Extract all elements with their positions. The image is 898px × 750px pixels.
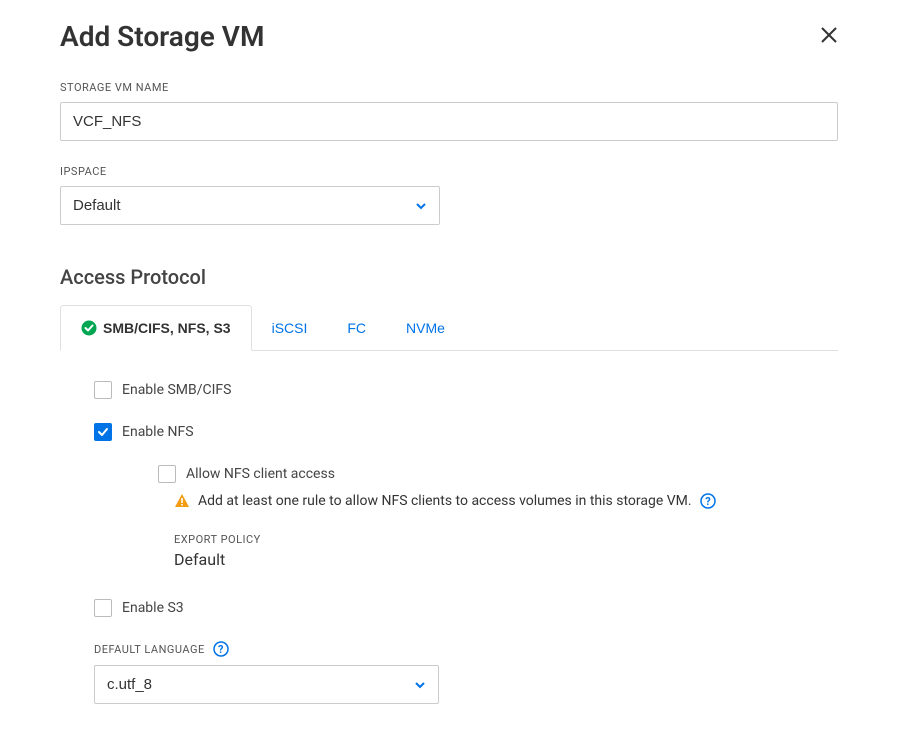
close-icon [820,26,838,44]
enable-s3-label: Enable S3 [122,600,184,616]
ipspace-value: Default [73,197,121,214]
tab-fc-label: FC [347,320,366,336]
enable-nfs-label: Enable NFS [122,424,194,440]
check-circle-icon [81,320,97,336]
warning-icon [174,493,190,509]
tab-smb-nfs-s3-label: SMB/CIFS, NFS, S3 [103,320,231,336]
protocol-tabs: SMB/CIFS, NFS, S3 iSCSI FC NVMe [60,305,838,351]
enable-smb-label: Enable SMB/CIFS [122,382,231,398]
checkmark-icon [97,426,109,438]
enable-smb-checkbox[interactable] [94,381,112,399]
access-protocol-title: Access Protocol [60,265,838,289]
svg-text:?: ? [705,495,711,508]
close-button[interactable] [820,25,838,49]
nfs-warning-text: Add at least one rule to allow NFS clien… [198,493,692,509]
vm-name-label: STORAGE VM NAME [60,81,838,94]
svg-text:?: ? [218,643,224,656]
enable-s3-checkbox[interactable] [94,599,112,617]
help-icon[interactable]: ? [213,641,229,657]
vm-name-input[interactable] [60,102,838,141]
default-language-select[interactable]: c.utf_8 [94,665,439,704]
enable-nfs-checkbox[interactable] [94,423,112,441]
tab-nvme-label: NVMe [406,320,445,336]
page-title: Add Storage VM [60,20,264,53]
chevron-down-icon [415,200,427,212]
tab-iscsi-label: iSCSI [272,320,308,336]
allow-nfs-client-label: Allow NFS client access [186,466,335,482]
ipspace-label: IPSPACE [60,165,838,178]
export-policy-label: EXPORT POLICY [174,533,838,546]
tab-nvme[interactable]: NVMe [386,305,465,350]
chevron-down-icon [414,679,426,691]
allow-nfs-client-checkbox[interactable] [158,465,176,483]
default-language-label: DEFAULT LANGUAGE [94,643,205,656]
help-icon[interactable]: ? [700,493,716,509]
tab-smb-nfs-s3[interactable]: SMB/CIFS, NFS, S3 [60,305,252,351]
export-policy-value: Default [174,550,838,569]
tab-fc[interactable]: FC [327,305,386,350]
default-language-value: c.utf_8 [107,676,152,693]
ipspace-select[interactable]: Default [60,186,440,225]
tab-iscsi[interactable]: iSCSI [252,305,328,350]
